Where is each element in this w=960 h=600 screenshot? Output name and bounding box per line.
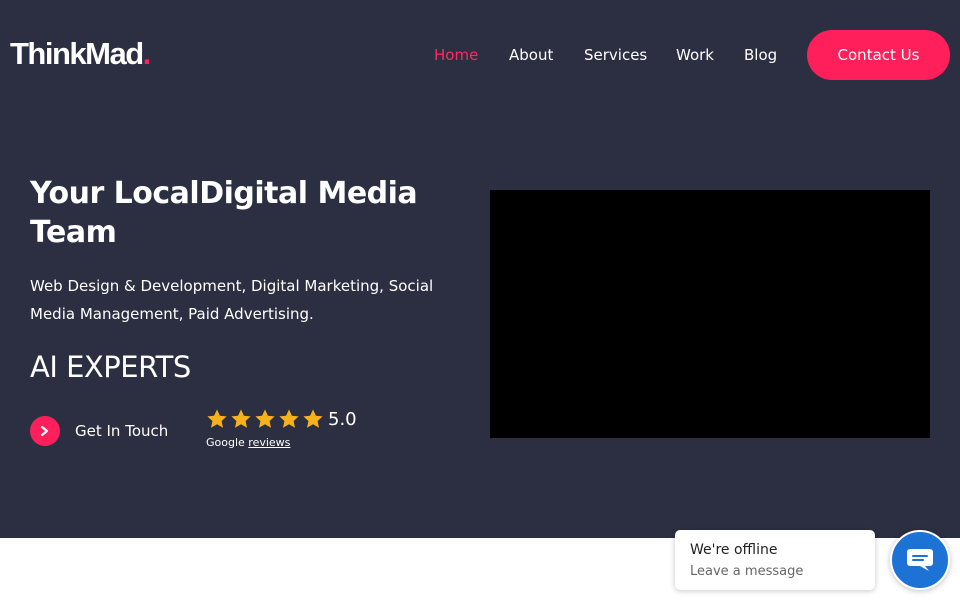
hero-subline: Web Design & Development, Digital Market… xyxy=(30,277,434,323)
chat-prompt: Leave a message xyxy=(690,564,804,579)
get-in-touch-label: Get In Touch xyxy=(75,422,169,440)
star-icon xyxy=(207,409,227,428)
star-rating xyxy=(205,408,325,430)
chevron-right-icon xyxy=(30,416,60,446)
chat-launcher-button[interactable] xyxy=(890,530,950,590)
nav-blog[interactable]: Blog xyxy=(744,44,777,66)
logo-text: ThinkMad xyxy=(10,36,144,71)
logo[interactable]: ThinkMad. xyxy=(10,36,152,72)
rating-source-label: Google xyxy=(206,436,245,449)
rating-source: Google reviews xyxy=(206,436,290,450)
contact-us-label: Contact Us xyxy=(837,46,920,64)
nav-home[interactable]: Home xyxy=(434,44,478,66)
logo-dot: . xyxy=(142,36,152,71)
hero-tagline: AI EXPERTS xyxy=(30,350,191,384)
star-icon xyxy=(231,409,251,428)
chat-offline-bubble[interactable]: We're offline Leave a message xyxy=(675,530,875,590)
hero-headline: Your LocalDigital Media Team xyxy=(30,176,418,250)
star-icon xyxy=(279,409,299,428)
nav-about[interactable]: About xyxy=(509,44,553,66)
hero-section: ThinkMad. Home About Services Work Blog … xyxy=(0,0,960,538)
google-rating: 5.0 Google reviews xyxy=(205,408,385,454)
reviews-link[interactable]: reviews xyxy=(248,436,290,449)
rating-value: 5.0 xyxy=(328,409,357,430)
star-icon xyxy=(255,409,275,428)
nav-services[interactable]: Services xyxy=(584,44,647,66)
contact-us-button[interactable]: Contact Us xyxy=(807,30,950,80)
chat-icon xyxy=(907,549,933,571)
star-icon xyxy=(303,409,323,428)
chat-status: We're offline xyxy=(690,542,778,558)
nav-work[interactable]: Work xyxy=(676,44,714,66)
video-player[interactable] xyxy=(490,190,930,438)
get-in-touch-button[interactable]: Get In Touch xyxy=(30,416,168,446)
